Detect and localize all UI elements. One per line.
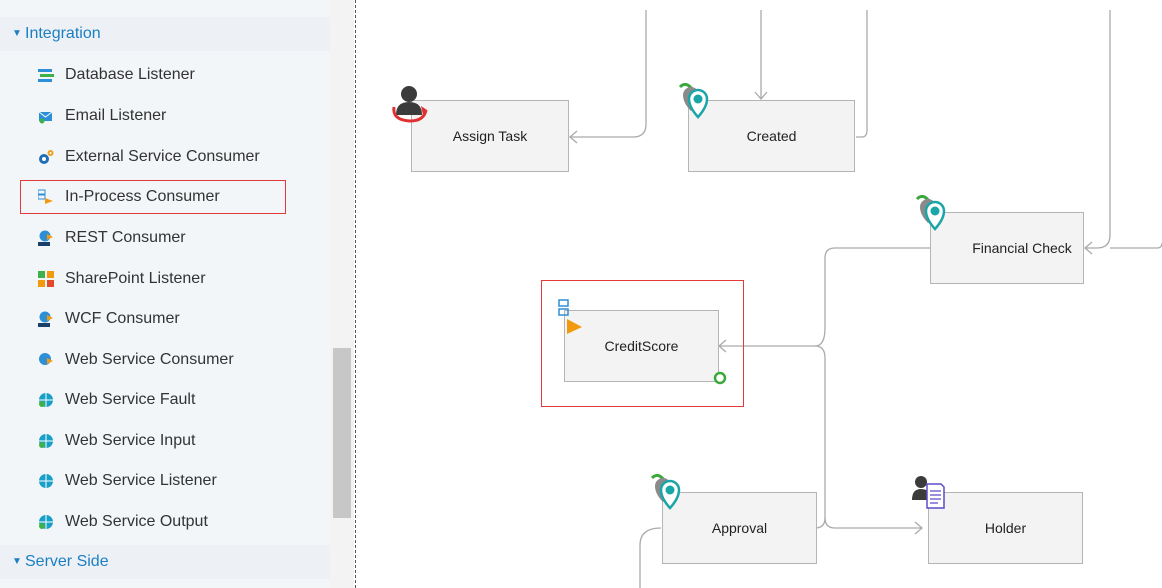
web-service-fault-icon xyxy=(39,393,53,407)
in-process-consumer-icon xyxy=(558,299,582,334)
toolbox-item-web-service-listener[interactable]: Web Service Listener xyxy=(38,466,298,496)
toolbox-item-email-listener[interactable]: Email Listener xyxy=(38,101,298,131)
status-pin-icon xyxy=(678,83,709,119)
external-service-icon xyxy=(39,150,54,164)
section-server-side[interactable]: ▼ Server Side xyxy=(0,545,330,579)
workflow-node-assign-task[interactable]: Assign Task xyxy=(411,100,569,172)
toolbox-item-external-service-consumer[interactable]: External Service Consumer xyxy=(38,142,298,172)
status-pin-icon xyxy=(915,195,946,231)
workflow-node-approval[interactable]: Approval xyxy=(662,492,817,564)
workflow-node-created[interactable]: Created xyxy=(688,100,855,172)
email-listener-icon xyxy=(38,111,53,124)
user-document-icon xyxy=(912,476,945,509)
wcf-consumer-icon xyxy=(38,311,53,327)
toolbox-item-wcf-consumer[interactable]: WCF Consumer xyxy=(38,304,298,334)
expand-triangle-icon: ▼ xyxy=(12,28,22,39)
toolbox-item-database-listener[interactable]: Database Listener xyxy=(38,60,298,90)
toolbox-panel: ▼ Integration Database Listener Email Li… xyxy=(0,0,330,588)
workflow-node-financial-check[interactable]: Financial Check xyxy=(930,212,1084,284)
workflow-node-holder[interactable]: Holder xyxy=(928,492,1083,564)
toolbox-scrollbar-thumb[interactable] xyxy=(333,348,351,518)
toolbox-item-rest-consumer[interactable]: REST Consumer xyxy=(38,223,298,253)
status-pin-icon xyxy=(650,474,681,510)
sharepoint-icon xyxy=(38,271,54,287)
web-service-listener-icon xyxy=(39,474,53,488)
database-listener-icon xyxy=(38,69,54,82)
selected-item-highlight xyxy=(20,180,286,214)
web-service-input-icon xyxy=(39,434,53,448)
toolbox-item-sharepoint-listener[interactable]: SharePoint Listener xyxy=(38,264,298,294)
rest-consumer-icon xyxy=(38,230,53,246)
output-port-icon[interactable] xyxy=(713,371,727,385)
toolbox-item-web-service-consumer[interactable]: Web Service Consumer xyxy=(38,345,298,375)
assign-task-icon xyxy=(392,86,428,123)
toolbox-item-web-service-fault[interactable]: Web Service Fault xyxy=(38,385,298,415)
expand-triangle-icon: ▼ xyxy=(12,556,22,567)
web-service-output-icon xyxy=(39,515,53,529)
toolbox-item-web-service-output[interactable]: Web Service Output xyxy=(38,507,298,537)
toolbox-item-web-service-input[interactable]: Web Service Input xyxy=(38,426,298,456)
section-integration[interactable]: ▼ Integration xyxy=(0,17,330,51)
workflow-canvas[interactable]: Assign Task Created Financial Check Cred… xyxy=(357,0,1162,588)
web-service-consumer-icon xyxy=(39,353,53,365)
